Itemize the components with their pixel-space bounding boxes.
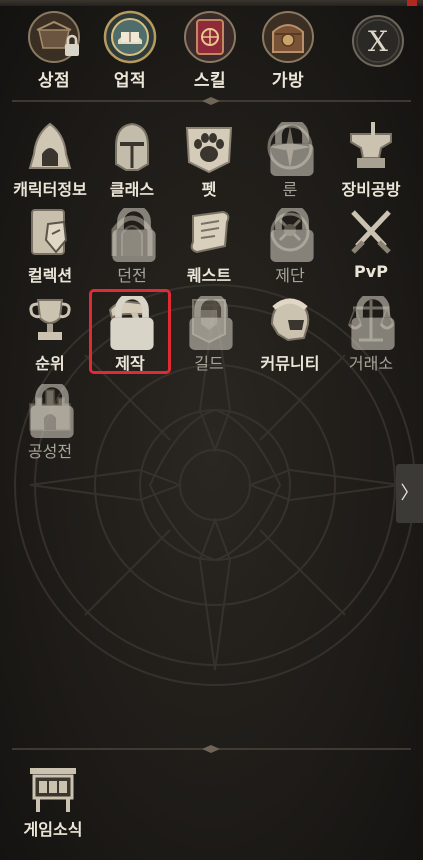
menu-rune-label: 룬 [282,180,298,199]
spartan-helmet-icon [270,298,310,342]
achievement-medal-icon [103,10,157,64]
game-menu-screen: 상점 업적 스킬 가방 X 캐릭터정보 클래스 펫 룬 장비공방 컬렉션 던전 … [0,0,423,860]
top-menu-bag-label: 가방 [271,71,305,91]
game-news-button[interactable]: 게임소식 [16,764,90,840]
paw-icon [185,127,233,174]
book-shield-icon [31,209,68,255]
menu-character-info[interactable]: 캐릭터정보 [11,120,89,200]
menu-siege-label: 공성전 [27,442,73,461]
top-menu-achievement[interactable]: 업적 [98,10,162,91]
trophy-icon [29,299,71,340]
top-menu-shop-label: 상점 [37,71,71,91]
notice-board-icon [30,768,76,812]
menu-equipment-workshop-label: 장비공방 [341,180,401,199]
scroll-icon [190,210,230,254]
menu-dungeon[interactable]: 던전 [93,206,171,286]
menu-collection[interactable]: 컬렉션 [11,206,89,286]
menu-class-label: 클래스 [109,180,155,199]
menu-pvp-label: PvP [354,262,388,281]
menu-equipment-workshop[interactable]: 장비공방 [332,120,410,200]
side-expand-tab[interactable]: 〉 [396,464,423,523]
menu-ranking-label: 순위 [35,354,65,373]
menu-rune[interactable]: 룬 [251,120,329,200]
skill-book-icon [184,11,236,63]
shop-icon [28,11,80,63]
menu-guild[interactable]: 길드 [170,294,248,374]
top-divider [12,97,411,105]
lock-icon [270,122,314,176]
menu-collection-label: 컬렉션 [27,266,73,285]
bottom-divider [12,745,411,753]
menu-altar[interactable]: 제단 [251,206,329,286]
lock-icon [30,384,74,438]
menu-pet-label: 펫 [201,180,217,199]
menu-exchange[interactable]: 거래소 [332,294,410,374]
lock-icon [189,296,233,350]
menu-character-info-label: 캐릭터정보 [13,180,87,199]
top-menu-bag[interactable]: 가방 [256,10,320,91]
top-menu-skill[interactable]: 스킬 [178,10,242,91]
close-icon: X [368,25,388,58]
lock-icon [112,208,156,262]
menu-quest[interactable]: 퀘스트 [170,206,248,286]
lock-icon [351,296,395,350]
crossed-swords-icon [351,210,391,254]
bag-icon [262,11,314,63]
menu-pvp[interactable]: PvP [332,206,410,281]
menu-altar-label: 제단 [275,266,305,285]
menu-community[interactable]: 커뮤니티 [251,294,329,374]
top-edge-strip [0,0,423,6]
top-menu-shop[interactable]: 상점 [22,10,86,91]
lock-icon [270,208,314,262]
close-button[interactable]: X [351,14,405,68]
anvil-icon [350,122,392,168]
menu-dungeon-label: 던전 [117,266,147,285]
menu-guild-label: 길드 [194,354,224,373]
top-menu-skill-label: 스킬 [193,71,227,91]
menu-class[interactable]: 클래스 [93,120,171,200]
top-corner-marker [407,0,417,6]
top-menu-achievement-label: 업적 [113,71,147,91]
game-news-label: 게임소식 [23,820,83,839]
hood-icon [28,122,72,169]
menu-quest-label: 퀘스트 [186,266,232,285]
crafting-highlight-frame [89,289,171,374]
helmet-icon [115,122,149,171]
menu-exchange-label: 거래소 [348,354,394,373]
menu-community-label: 커뮤니티 [260,354,320,373]
menu-ranking[interactable]: 순위 [11,294,89,374]
menu-pet[interactable]: 펫 [170,120,248,200]
menu-siege[interactable]: 공성전 [11,382,89,462]
